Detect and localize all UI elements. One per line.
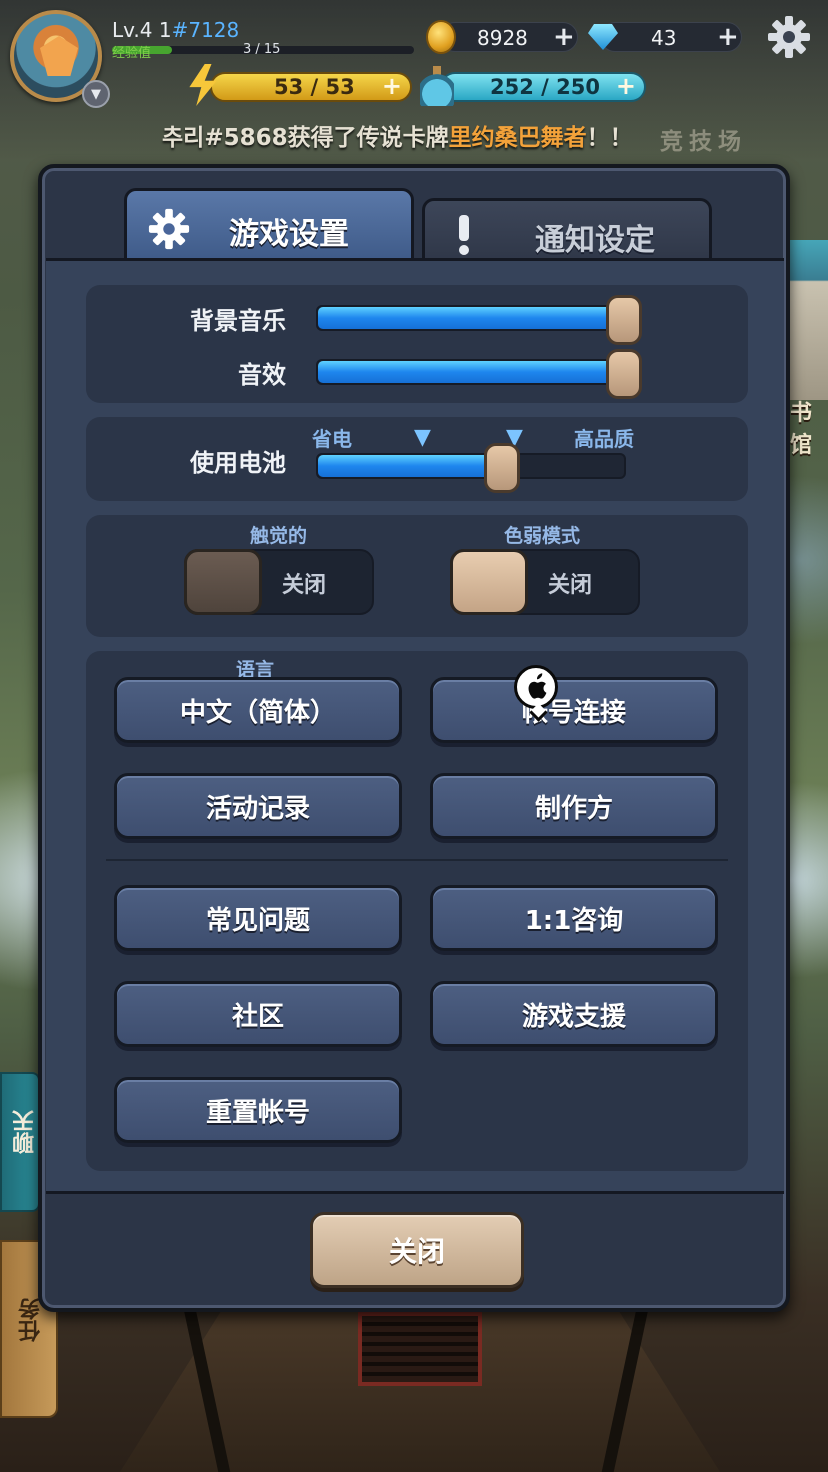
dialog-footer: 关闭 — [46, 1198, 784, 1308]
chevron-down-icon[interactable]: ▼ — [82, 80, 110, 108]
add-gems-button[interactable]: + — [717, 22, 739, 52]
ticker-suffix: ！！ — [586, 125, 633, 151]
tab-game-settings-label: 游戏设置 — [229, 217, 349, 252]
exp-value: 3 / 15 — [243, 42, 281, 57]
colorblind-caption: 色弱模式 — [504, 525, 581, 547]
ticker-highlight: 里约桑巴舞者 — [448, 125, 587, 151]
section-divider — [106, 859, 728, 861]
gold-coin-icon — [426, 20, 456, 54]
gem-counter: 43 + — [600, 22, 742, 52]
player-level: Lv.4 1#7128 — [112, 18, 239, 42]
gear-icon[interactable] — [766, 14, 812, 60]
apple-logo-icon — [528, 673, 547, 699]
sfx-slider-fill — [318, 361, 624, 383]
gold-counter: 8928 + — [440, 22, 578, 52]
music-slider[interactable] — [316, 295, 642, 345]
haptic-caption: 触觉的 — [250, 525, 308, 547]
game-support-button-label: 游戏支援 — [521, 1001, 626, 1032]
sfx-label: 音效 — [238, 361, 286, 389]
community-button[interactable]: 社区 — [114, 981, 402, 1047]
add-stamina-button[interactable]: + — [382, 72, 402, 100]
account-link-button[interactable]: 帐号连接 — [430, 677, 718, 743]
reset-account-button-label: 重置帐号 — [205, 1097, 310, 1128]
sfx-slider-knob[interactable] — [606, 349, 642, 399]
music-label: 背景音乐 — [190, 307, 286, 335]
battery-label: 使用电池 — [190, 449, 286, 477]
language-button[interactable]: 中文（简体） — [114, 677, 402, 743]
tab-game-settings[interactable]: 游戏设置 — [124, 188, 414, 262]
faq-button[interactable]: 常见问题 — [114, 885, 402, 951]
fox-avatar-icon — [40, 36, 78, 76]
audio-section: 背景音乐 音效 — [86, 285, 748, 403]
colorblind-toggle[interactable]: 关闭 — [450, 549, 640, 615]
battery-low-label: 省电 — [312, 427, 352, 451]
buttons-section: 语言 中文（简体） 帐号连接 活动记录 制作方 常见问题 1:1咨询 社区 游戏… — [86, 651, 748, 1171]
ticker-prefix: 추리#5868获得了传说卡牌 — [162, 125, 449, 151]
colorblind-state: 关闭 — [548, 573, 593, 598]
add-mana-button[interactable]: + — [616, 72, 636, 100]
game-support-button[interactable]: 游戏支援 — [430, 981, 718, 1047]
tab-notification-settings[interactable]: 通知设定 — [422, 198, 712, 262]
player-tag: #7128 — [171, 18, 240, 42]
background-tower — [790, 240, 828, 400]
gold-value: 8928 — [477, 26, 528, 50]
battery-marker-icon: ▼ — [414, 425, 431, 450]
gem-value: 43 — [651, 26, 677, 50]
add-gold-button[interactable]: + — [553, 22, 575, 52]
chat-side-tab[interactable]: 聊天 — [0, 1072, 40, 1212]
settings-body: 背景音乐 音效 省电 ▼ ▼ 高品质 使用电池 触觉的 关闭 色弱模式 关闭 语… — [46, 258, 784, 1194]
settings-dialog: 游戏设置 通知设定 背景音乐 音效 省电 ▼ ▼ 高品质 使用电池 触觉的 关闭… — [38, 164, 790, 1312]
language-button-label: 中文（简体） — [179, 697, 336, 728]
announcement-ticker: 추리#5868获得了传说卡牌里约桑巴舞者！！ — [162, 118, 633, 152]
mana-value: 252 / 250 — [490, 75, 600, 99]
background-gate — [358, 1312, 482, 1386]
battery-slider[interactable] — [316, 443, 626, 493]
battery-section: 省电 ▼ ▼ 高品质 使用电池 — [86, 417, 748, 501]
close-button[interactable]: 关闭 — [310, 1212, 524, 1288]
consult-button[interactable]: 1:1咨询 — [430, 885, 718, 951]
mana-bar: 252 / 250 + — [440, 72, 646, 102]
level-value: Lv.4 1 — [112, 18, 172, 42]
toggle-section: 触觉的 关闭 色弱模式 关闭 — [86, 515, 748, 637]
haptic-toggle-knob — [184, 549, 262, 615]
sfx-slider[interactable] — [316, 349, 642, 399]
music-slider-knob[interactable] — [606, 295, 642, 345]
faq-button-label: 常见问题 — [205, 905, 310, 936]
exclamation-icon — [457, 215, 471, 255]
arena-label: 竞技场 — [660, 129, 747, 155]
battery-slider-knob[interactable] — [483, 443, 520, 493]
close-button-label: 关闭 — [388, 1235, 445, 1268]
tab-notification-settings-label: 通知设定 — [535, 223, 655, 258]
community-button-label: 社区 — [231, 1001, 284, 1032]
credits-button-label: 制作方 — [534, 793, 613, 824]
apple-bubble — [514, 665, 558, 709]
battery-slider-fill — [318, 455, 502, 477]
library-building-label[interactable]: 书馆 — [790, 395, 828, 459]
stamina-bar: 53 / 53 + — [210, 72, 412, 102]
credits-button[interactable]: 制作方 — [430, 773, 718, 839]
haptic-state: 关闭 — [282, 573, 327, 598]
potion-icon — [420, 66, 454, 106]
activity-log-button[interactable]: 活动记录 — [114, 773, 402, 839]
colorblind-toggle-knob — [450, 549, 528, 615]
consult-button-label: 1:1咨询 — [524, 905, 624, 936]
haptic-toggle[interactable]: 关闭 — [184, 549, 374, 615]
music-slider-fill — [318, 307, 624, 329]
stamina-value: 53 / 53 — [274, 75, 355, 99]
battery-high-label: 高品质 — [574, 427, 634, 451]
gear-icon — [148, 208, 190, 250]
exp-label: 经验值 — [112, 46, 152, 61]
activity-log-button-label: 活动记录 — [205, 793, 310, 824]
reset-account-button[interactable]: 重置帐号 — [114, 1077, 402, 1143]
